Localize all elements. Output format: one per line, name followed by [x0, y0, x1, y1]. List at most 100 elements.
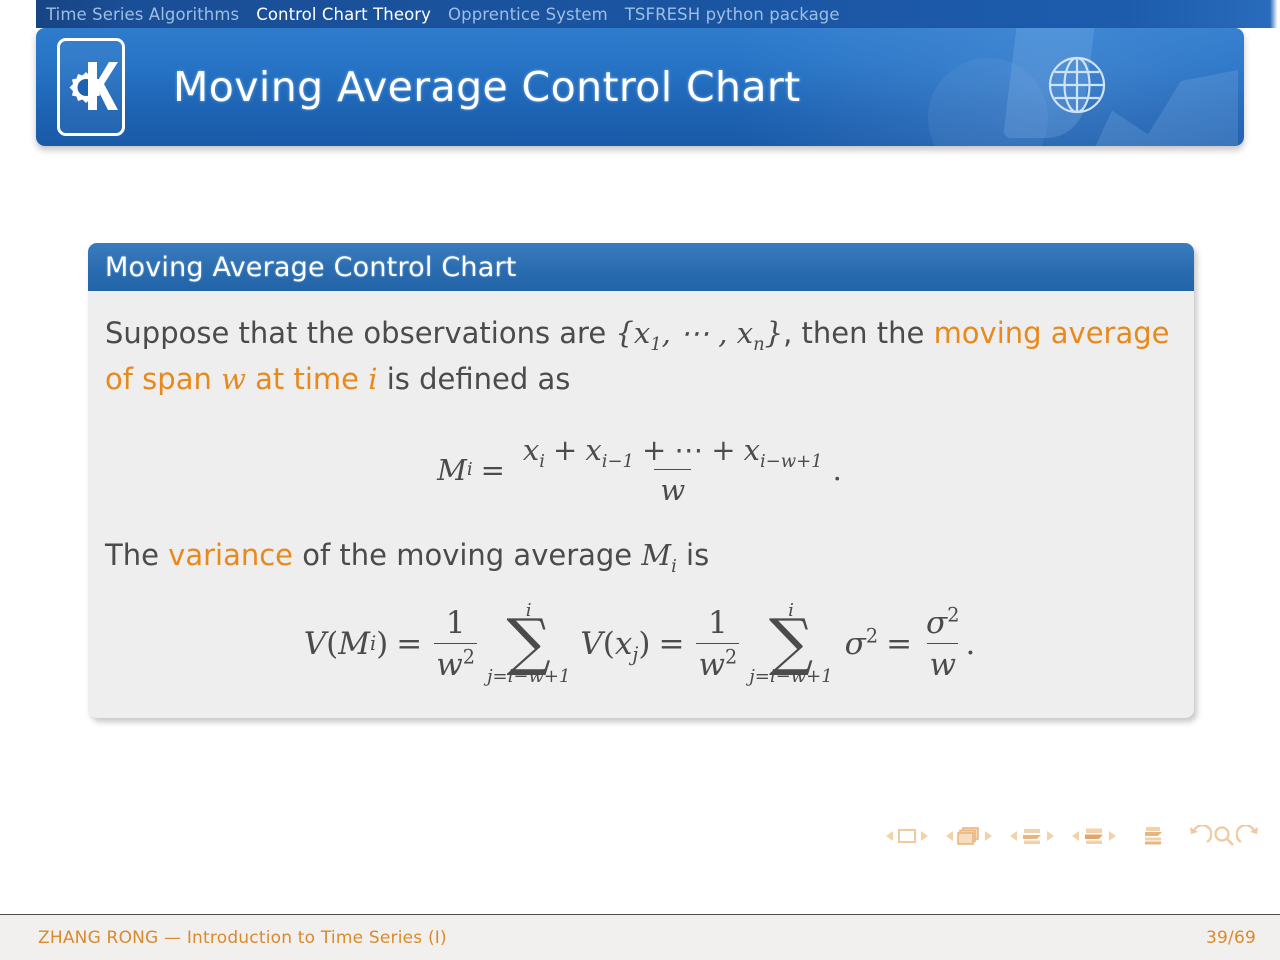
title-banner: Moving Average Control Chart: [36, 28, 1244, 146]
eq2-V2: V: [580, 626, 603, 663]
eq1-numerator: xi + xi−1 + ⋯ + xi−w+1: [517, 432, 829, 472]
eq1-lhs-M: M: [437, 452, 467, 487]
eq2-equals1: =: [396, 626, 423, 663]
eq1-num-plus1: +: [553, 432, 578, 467]
para1-part1: Suppose that the observations are: [105, 316, 616, 350]
eq2-sum1-sigma-icon: ∑: [506, 605, 551, 679]
page-title: Moving Average Control Chart: [173, 63, 801, 111]
eq1-num-plus3: +: [711, 432, 736, 467]
eq2-frac2-den-w: w: [698, 647, 725, 684]
next-section-icon[interactable]: [1109, 831, 1116, 841]
banner-decoration-shape-b: [1088, 70, 1238, 146]
para1-highlight-w: w: [221, 361, 246, 396]
para2-M: M: [641, 537, 672, 572]
para1-set-close: }: [764, 316, 784, 350]
eq1-fraction: xi + xi−1 + ⋯ + xi−w+1 w: [517, 433, 829, 507]
eq1-num-x2: x: [585, 432, 602, 467]
eq2-frac2-num: 1: [707, 605, 728, 642]
eq2-frac1-den: w2: [434, 643, 477, 683]
para2-part3: is: [676, 537, 710, 572]
footer-page-number: 39/69: [1206, 927, 1256, 948]
eq2-V1-M: M: [338, 626, 370, 663]
para1-set-x1-sub: 1: [650, 333, 662, 355]
para2-highlight-variance: variance: [168, 537, 294, 572]
eq1-equals: =: [480, 452, 505, 487]
eq2-V2-open: (: [602, 626, 615, 663]
next-frame-icon[interactable]: [985, 831, 992, 841]
prev-section-icon[interactable]: [1072, 831, 1079, 841]
nav-item-tsfresh-python-package[interactable]: TSFRESH python package: [625, 5, 840, 24]
eq2-summation-1: i ∑ j=i−w+1: [487, 602, 570, 685]
nav-item-time-series-algorithms[interactable]: Time Series Algorithms: [46, 5, 239, 24]
para1-set-xn: x: [736, 316, 754, 350]
eq2-frac1-den-sup: 2: [462, 645, 475, 669]
history-navigation-group: [1186, 825, 1262, 847]
para1-highlight-mid: at time: [245, 361, 369, 396]
forward-icon[interactable]: [1236, 825, 1262, 847]
para1-set-dots: , ⋯ ,: [661, 316, 737, 350]
eq1-num-x2-sub: i−1: [601, 450, 634, 472]
slide-navigation-group: [882, 828, 932, 844]
eq2-sum2-sigma-icon: ∑: [768, 605, 814, 679]
prev-subsection-icon[interactable]: [1010, 831, 1017, 841]
eq1-denominator: w: [654, 468, 692, 507]
section-navigation-group: [1068, 827, 1120, 845]
section-icon[interactable]: [1083, 827, 1105, 845]
top-navigation-bar: Time Series Algorithms Control Chart The…: [0, 0, 1280, 28]
eq2-frac2-den: w2: [696, 643, 740, 684]
eq2-sigma-squared-group: σ2: [845, 626, 878, 662]
slide-icon[interactable]: [897, 828, 917, 844]
block-body: Suppose that the observations are {x1, ⋯…: [88, 291, 1194, 718]
eq2-equals2: =: [658, 626, 685, 663]
search-icon[interactable]: [1212, 825, 1236, 847]
nav-item-opprentice-system[interactable]: Opprentice System: [448, 5, 608, 24]
globe-icon: [1045, 53, 1109, 121]
nav-item-control-chart-theory[interactable]: Control Chart Theory: [256, 5, 431, 24]
kde-k-gear-logo-icon: [57, 38, 125, 136]
eq2-sigma-var: σ: [844, 626, 866, 663]
eq2-V1: V: [303, 626, 327, 663]
document-navigation-group: [1142, 826, 1164, 846]
para1-set-xn-sub: n: [753, 333, 765, 355]
eq2-fraction-1-over-w2-second: 1 w2: [696, 605, 740, 684]
eq2-equals3: =: [886, 626, 913, 663]
next-slide-icon[interactable]: [921, 831, 928, 841]
eq2-V2-group: V(xj): [580, 626, 651, 664]
eq2-frac3-num: σ2: [924, 605, 961, 643]
subsection-icon[interactable]: [1021, 827, 1043, 845]
para1-highlight-i: i: [368, 361, 378, 396]
eq1-num-plus2: +: [641, 432, 667, 467]
prev-frame-icon[interactable]: [946, 831, 953, 841]
eq1-num-x3-sub: i−w+1: [759, 450, 823, 472]
eq2-frac3-num-sup: 2: [947, 603, 960, 627]
document-icon[interactable]: [1142, 826, 1164, 846]
eq2-V2-x: x: [614, 626, 633, 663]
para1-set-x1: x: [633, 316, 651, 350]
eq2-frac2-den-sup: 2: [725, 645, 738, 669]
back-icon[interactable]: [1186, 825, 1212, 847]
eq1-num-x1-sub: i: [539, 450, 546, 472]
subsection-navigation-group: [1006, 827, 1058, 845]
prev-slide-icon[interactable]: [886, 831, 893, 841]
eq2-fraction-sigma2-over-w: σ2 w: [924, 605, 961, 683]
eq2-sigma-var-sup: 2: [865, 624, 879, 648]
frame-icon[interactable]: [957, 827, 981, 845]
eq2-sum2-lower-limit: j=i−w+1: [749, 665, 833, 687]
para2-part2: of the moving average: [293, 537, 642, 572]
beamer-navigation-symbols: [872, 825, 1262, 847]
slide-content: Moving Average Control Chart Suppose tha…: [0, 158, 1280, 895]
eq1-num-dots: ⋯: [674, 432, 704, 467]
eq2-V2-close: ): [638, 626, 651, 663]
eq2-frac3-den: w: [927, 643, 959, 683]
paragraph-definition: Suppose that the observations are {x1, ⋯…: [105, 311, 1174, 403]
eq1-num-x3: x: [743, 432, 760, 467]
eq2-frac1-den-w: w: [436, 647, 463, 684]
paragraph-variance: The variance of the moving average Mi is: [105, 533, 1174, 579]
eq1-period: .: [832, 452, 842, 487]
next-subsection-icon[interactable]: [1047, 831, 1054, 841]
para2-part1: The: [105, 537, 169, 572]
eq2-frac1-num: 1: [445, 605, 466, 642]
block-title: Moving Average Control Chart: [88, 243, 1194, 291]
eq2-V1-close: ): [376, 626, 389, 663]
para1-part2: , then the: [783, 316, 934, 350]
